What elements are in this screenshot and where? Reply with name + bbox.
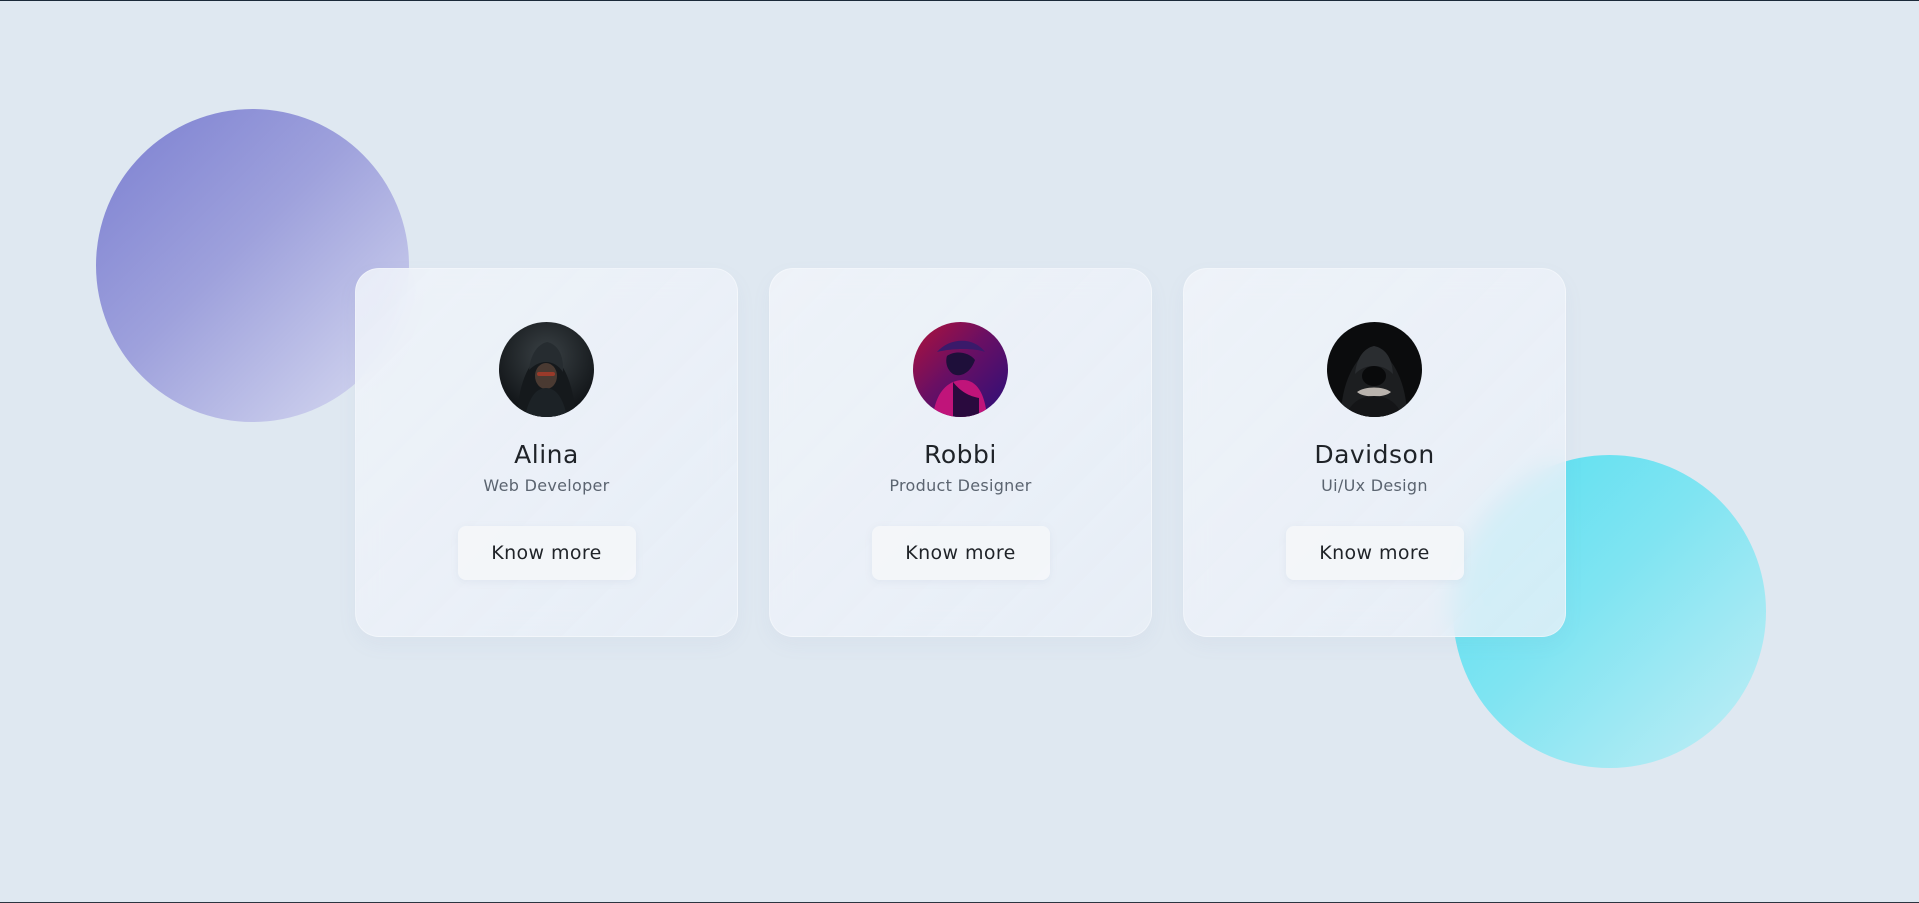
avatar (499, 322, 594, 417)
avatar (913, 322, 1008, 417)
avatar (1327, 322, 1422, 417)
profile-role: Web Developer (483, 476, 610, 495)
profile-name: Alina (514, 440, 579, 469)
profile-name: Davidson (1314, 440, 1435, 469)
profile-role: Product Designer (889, 476, 1032, 495)
page-background: Alina Web Developer Know more Robbi Prod… (0, 1, 1919, 902)
hooded-person-avatar-icon (1327, 322, 1422, 417)
know-more-button[interactable]: Know more (871, 526, 1050, 580)
know-more-button[interactable]: Know more (457, 526, 636, 580)
profile-card-list: Alina Web Developer Know more Robbi Prod… (355, 268, 1566, 637)
profile-role: Ui/Ux Design (1321, 476, 1428, 495)
profile-card: Davidson Ui/Ux Design Know more (1183, 268, 1566, 637)
profile-card: Robbi Product Designer Know more (769, 268, 1152, 637)
hooded-person-avatar-icon (499, 322, 594, 417)
profile-card: Alina Web Developer Know more (355, 268, 738, 637)
know-more-button[interactable]: Know more (1285, 526, 1464, 580)
hooded-person-avatar-icon (913, 322, 1008, 417)
profile-name: Robbi (924, 440, 997, 469)
